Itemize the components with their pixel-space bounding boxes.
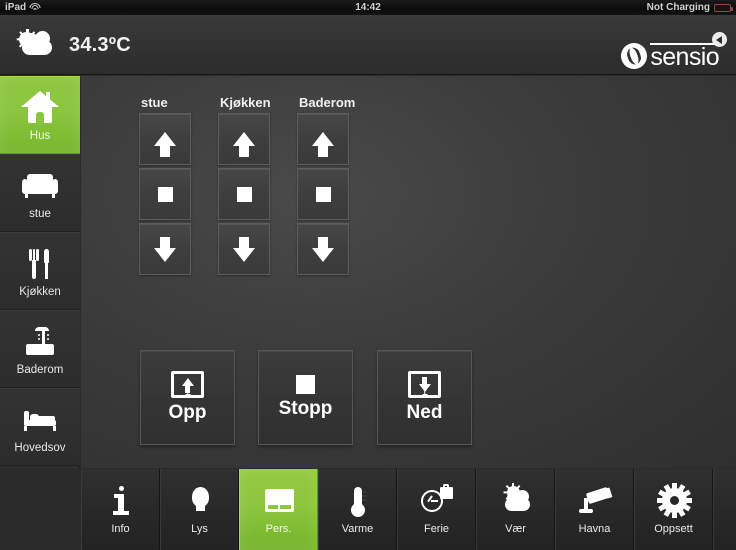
tab-vaer[interactable]: Vær	[476, 469, 555, 550]
blind-down-icon	[408, 371, 441, 398]
sidebar-item-stue[interactable]: stue	[0, 154, 80, 232]
sensio-logo-text: sensio	[650, 43, 720, 71]
tab-label: Oppsett	[654, 523, 693, 535]
tab-label: Varme	[341, 523, 374, 535]
tab-partial-next[interactable]	[713, 469, 736, 550]
app-root: iPad 14:42 Not Charging 34.3ºC sensio Hu…	[0, 0, 736, 550]
tab-varme[interactable]: Varme	[318, 469, 397, 550]
baderom-stop-button[interactable]	[297, 168, 349, 220]
sensio-s-logo-icon	[621, 43, 648, 70]
stue-up-button[interactable]	[139, 113, 191, 165]
sofa-icon	[21, 166, 59, 206]
stue-stop-button[interactable]	[139, 168, 191, 220]
sidebar-item-label: stue	[29, 208, 51, 220]
tab-label: Vær	[505, 523, 526, 535]
temperature-value: 34.3ºC	[69, 33, 131, 56]
tab-pers[interactable]: Pers.	[239, 469, 318, 550]
info-icon	[104, 484, 138, 520]
kjokken-stop-button[interactable]	[218, 168, 270, 220]
sidebar-item-hovedsov[interactable]: Hovedsov	[0, 388, 80, 466]
tab-label: Ferie	[423, 523, 450, 535]
sidebar-item-label: Baderom	[16, 364, 64, 376]
baderom-up-button[interactable]	[297, 113, 349, 165]
back-arrow-icon[interactable]	[712, 32, 727, 47]
master-stop-label: Stopp	[278, 398, 333, 419]
column-title-kjokken: Kjøkken	[220, 95, 271, 110]
room-sidebar: Hus stue Kjøkken Baderom Hovedsov	[0, 76, 80, 468]
column-title-baderom: Baderom	[299, 95, 356, 110]
stue-down-button[interactable]	[139, 223, 191, 275]
tab-label: Lys	[191, 523, 208, 535]
main-content: stue Kjøkken Baderom Opp Stopp Ned	[81, 76, 736, 468]
tab-label: Havna	[578, 523, 611, 535]
clock-suitcase-icon	[420, 484, 454, 520]
sensio-logo: sensio	[621, 43, 720, 71]
status-bar-clock: 14:42	[355, 2, 381, 13]
app-header: 34.3ºC sensio	[0, 15, 736, 75]
bottom-nav-bar: Info Lys Pers. Varme Ferie Vær Havna Opp…	[81, 469, 736, 550]
header-weather-readout: 34.3ºC	[16, 15, 131, 75]
sidebar-item-hus[interactable]: Hus	[0, 76, 80, 154]
kjokken-down-button[interactable]	[218, 223, 270, 275]
house-icon	[21, 88, 59, 128]
lightbulb-icon	[183, 484, 217, 520]
tab-label: Info	[111, 523, 130, 535]
tab-info[interactable]: Info	[81, 469, 160, 550]
blind-up-icon	[171, 371, 204, 398]
camera-icon	[578, 484, 612, 520]
master-stop-button[interactable]: Stopp	[258, 350, 353, 445]
master-up-button[interactable]: Opp	[140, 350, 235, 445]
gear-icon	[657, 483, 692, 520]
sidebar-item-kjokken[interactable]: Kjøkken	[0, 232, 80, 310]
ios-status-bar: iPad 14:42 Not Charging	[0, 0, 736, 15]
stop-square-icon	[296, 375, 315, 394]
blinds-icon	[262, 484, 296, 520]
shower-icon	[21, 322, 59, 362]
battery-icon	[714, 3, 733, 12]
bed-icon	[21, 400, 59, 440]
tab-ferie[interactable]: Ferie	[397, 469, 476, 550]
sun-behind-cloud-icon	[16, 29, 56, 59]
tab-label: Pers.	[265, 523, 292, 535]
sidebar-item-label: Kjøkken	[19, 286, 61, 298]
baderom-down-button[interactable]	[297, 223, 349, 275]
master-down-button[interactable]: Ned	[377, 350, 472, 445]
tab-havna[interactable]: Havna	[555, 469, 634, 550]
status-bar-right: Not Charging	[646, 2, 733, 13]
sidebar-item-label: Hus	[29, 130, 51, 142]
tab-oppsett[interactable]: Oppsett	[634, 469, 713, 550]
cutlery-icon	[21, 244, 59, 284]
column-title-stue: stue	[141, 95, 168, 110]
thermometer-icon	[341, 484, 375, 520]
sidebar-item-baderom[interactable]: Baderom	[0, 310, 80, 388]
sidebar-item-label: Hovedsov	[14, 442, 66, 454]
kjokken-up-button[interactable]	[218, 113, 270, 165]
battery-status-text: Not Charging	[646, 2, 710, 13]
master-down-label: Ned	[406, 402, 443, 423]
sun-cloud-icon	[499, 483, 533, 520]
master-up-label: Opp	[168, 402, 207, 423]
tab-lys[interactable]: Lys	[160, 469, 239, 550]
